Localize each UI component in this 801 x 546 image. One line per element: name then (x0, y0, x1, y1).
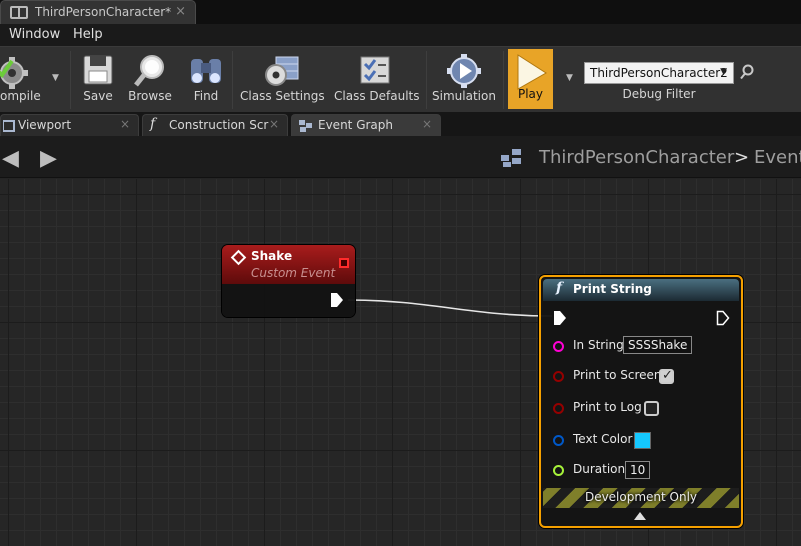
struct-pin-icon[interactable] (553, 435, 564, 446)
development-only-label: Development Only (584, 490, 698, 504)
event-name: Shake (251, 249, 293, 263)
float-pin-icon[interactable] (553, 465, 564, 476)
print-to-screen-checkbox[interactable] (659, 368, 674, 384)
exec-in-pin-icon[interactable] (553, 310, 567, 326)
string-pin-icon[interactable] (553, 341, 564, 352)
duration-label: Duration (573, 462, 626, 476)
expand-arrow-icon[interactable] (634, 512, 646, 520)
event-subtitle: Custom Event (251, 266, 336, 280)
in-string-label: In String (573, 338, 624, 352)
print-string-node[interactable]: f Print String In String SSSShake Print … (539, 275, 743, 528)
text-color-label: Text Color (573, 432, 633, 446)
function-icon: f (556, 280, 563, 296)
print-node-title: Print String (573, 282, 652, 296)
bool-pin-icon[interactable] (553, 403, 564, 414)
print-node-header: f Print String (543, 279, 739, 301)
print-to-screen-label: Print to Screen (573, 368, 662, 382)
print-to-log-label: Print to Log (573, 400, 642, 414)
exec-out-pin-icon[interactable] (716, 310, 730, 326)
duration-input[interactable]: 10 (625, 461, 651, 479)
print-to-log-checkbox[interactable] (644, 401, 659, 416)
delegate-pin-icon[interactable] (339, 258, 349, 268)
custom-event-node[interactable]: Shake Custom Event (222, 245, 355, 317)
development-only-banner: Development Only (543, 488, 739, 508)
text-color-swatch[interactable] (634, 432, 651, 449)
exec-out-pin-icon[interactable] (330, 292, 344, 308)
bool-pin-icon[interactable] (553, 371, 564, 382)
event-diamond-icon (230, 249, 247, 266)
event-node-header: Shake Custom Event (222, 245, 355, 284)
in-string-input[interactable]: SSSShake (623, 336, 693, 354)
